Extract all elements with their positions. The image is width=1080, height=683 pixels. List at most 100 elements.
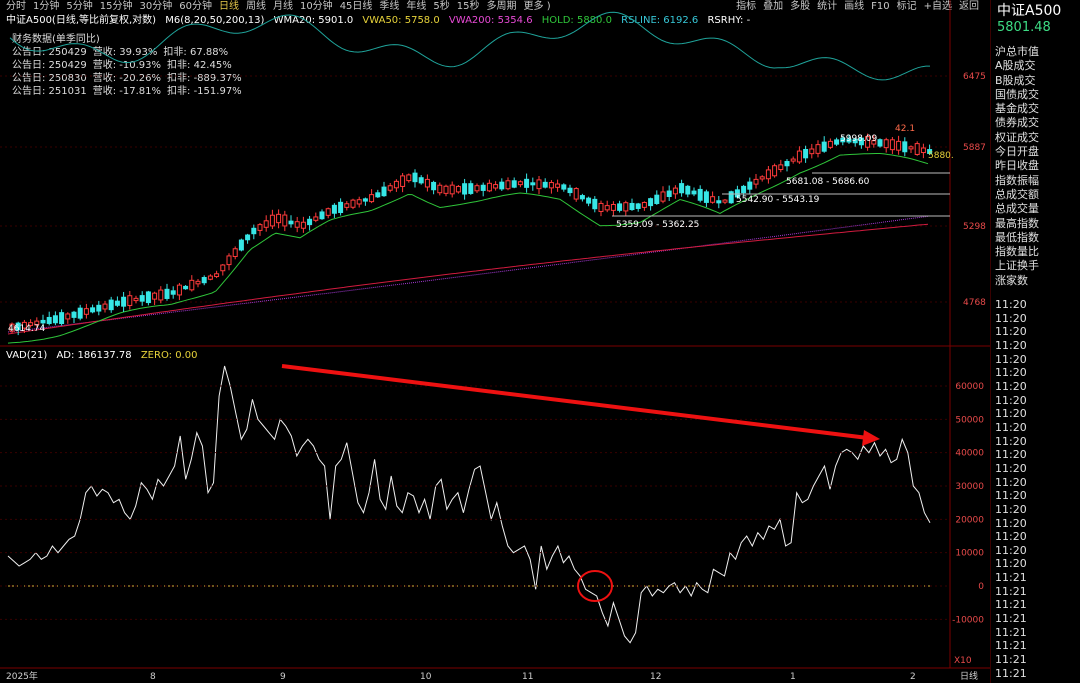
candle-body [176, 284, 182, 296]
candle-body [511, 180, 517, 188]
xaxis-tick: 2025年 [6, 670, 38, 682]
vad-tick: 50000 [955, 415, 984, 425]
tick-time: 11:20 [995, 489, 1027, 503]
quote-field: 基金成交 [995, 102, 1039, 116]
candle-body [294, 221, 300, 228]
candle-body [573, 188, 579, 200]
candle-body [232, 248, 238, 258]
xaxis-tick: 2 [910, 672, 916, 682]
candle-body [443, 185, 449, 194]
candle-body [716, 200, 722, 204]
candle-body [145, 291, 151, 304]
tick-time: 11:20 [995, 420, 1027, 434]
tick-time: 11:21 [995, 653, 1027, 667]
candle-body [375, 192, 381, 198]
candle-body [393, 180, 399, 189]
candle-body [524, 178, 530, 188]
vad-tick: 10000 [955, 549, 984, 559]
index-price: 5801.48 [997, 20, 1051, 35]
quote-field: 总成交额 [995, 187, 1039, 201]
candle-body [350, 199, 356, 208]
candle-body [672, 187, 678, 195]
candle-body [536, 179, 542, 190]
vad-line [7, 365, 931, 644]
candle-body [152, 292, 158, 300]
tick-time: 11:20 [995, 407, 1027, 421]
candle-body [920, 147, 926, 154]
kline-chart[interactable]: 4614.74 5998.09 42.1 5880. 5681.08 - 568… [0, 0, 990, 683]
trend-arrow-head [862, 430, 880, 446]
candle-body [499, 181, 505, 190]
candle-body [276, 213, 282, 224]
tick-times: 11:20 11:20 11:20 11:20 11:20 11:20 11:20 11:20… [995, 298, 1027, 680]
candle-body [96, 304, 102, 312]
xaxis-tick: 1 [790, 672, 796, 682]
price-tick: 5298 [963, 222, 986, 232]
candle-body [660, 191, 666, 202]
quote-field: 涨家数 [995, 273, 1028, 287]
vad-tick: 40000 [955, 449, 984, 459]
candle-body [288, 220, 294, 225]
candle-body [71, 311, 77, 318]
candle-body [697, 188, 703, 201]
candle-body [431, 181, 437, 191]
candle-body [765, 169, 771, 180]
tick-time: 11:20 [995, 516, 1027, 530]
candle-body [325, 208, 331, 216]
candle-body [59, 312, 65, 325]
tick-time: 11:21 [995, 625, 1027, 639]
candle-body [480, 184, 486, 191]
vad-tick: 0 [978, 582, 984, 592]
vad-name: VAD(21) [6, 350, 48, 361]
vad-tick: 20000 [955, 515, 984, 525]
candle-body [902, 141, 908, 153]
candle-body [486, 182, 492, 192]
candle-body [418, 177, 424, 184]
candle-body [567, 187, 573, 194]
quote-field: 指数量比 [995, 245, 1039, 259]
candle-body [685, 185, 691, 195]
candle-body [183, 285, 189, 290]
candle-body [127, 295, 133, 306]
quote-field: 昨日收盘 [995, 159, 1039, 173]
quote-field: 国债成交 [995, 87, 1039, 101]
candle-body [164, 288, 170, 299]
candle-body [548, 182, 554, 189]
trend-arrow-line [281, 364, 869, 440]
tick-time: 11:20 [995, 379, 1027, 393]
candle-body [412, 172, 418, 183]
candle-body [400, 175, 406, 187]
candle-body [505, 180, 511, 190]
tick-time: 11:20 [995, 530, 1027, 544]
tick-time: 11:21 [995, 666, 1027, 680]
low-annotation: 4614.74 [8, 324, 45, 334]
candle-body [741, 185, 747, 194]
candle-body [344, 203, 350, 208]
tick-time: 11:20 [995, 448, 1027, 462]
tick-time: 11:20 [995, 557, 1027, 571]
candle-body [635, 203, 641, 209]
candle-body [772, 165, 778, 177]
candle-body [313, 216, 319, 221]
candle-body [90, 307, 96, 313]
high-annotation: 5998.09 [840, 134, 877, 144]
tick-time: 11:20 [995, 366, 1027, 380]
candle-body [610, 203, 616, 211]
candle-body [561, 184, 567, 190]
price-tick: 4768 [963, 298, 986, 308]
tick-time: 11:21 [995, 598, 1027, 612]
xaxis-tick: 12 [650, 672, 661, 682]
index-title: 中证A500 [997, 3, 1062, 19]
candle-body [604, 205, 610, 211]
tick-time: 11:20 [995, 325, 1027, 339]
tick-time: 11:20 [995, 543, 1027, 557]
candle-body [579, 195, 585, 200]
candle-body [809, 148, 815, 155]
candle-body [189, 279, 195, 291]
candle-body [555, 183, 561, 188]
candle-body [220, 264, 226, 272]
tick-time: 11:20 [995, 298, 1027, 311]
candle-body [455, 185, 461, 193]
candle-body [703, 191, 709, 203]
tick-time: 11:21 [995, 612, 1027, 626]
